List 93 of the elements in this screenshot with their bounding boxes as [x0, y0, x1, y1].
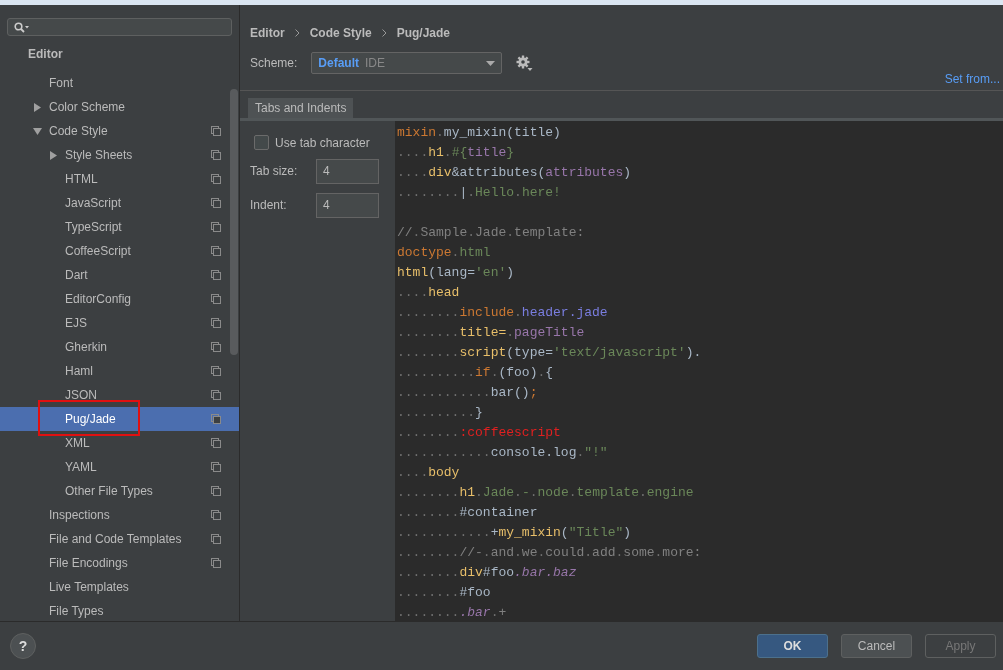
- tree-item[interactable]: Gherkin: [0, 335, 239, 359]
- copy-icon: [211, 246, 221, 256]
- tree-item[interactable]: Style Sheets: [0, 143, 239, 167]
- copy-icon: [211, 438, 221, 448]
- tree-item[interactable]: Pug/Jade: [0, 407, 239, 431]
- copy-icon: [211, 486, 221, 496]
- copy-icon: [211, 198, 221, 208]
- field-label: Tab size:: [250, 164, 299, 178]
- breadcrumb-item: Pug/Jade: [396, 25, 451, 40]
- copy-icon: [211, 366, 221, 376]
- code-line: ............bar();: [396, 384, 539, 402]
- code-line: ........title=.pageTitle: [396, 324, 586, 342]
- code-line: ....head: [396, 284, 461, 302]
- tree-item[interactable]: TypeScript: [0, 215, 239, 239]
- breadcrumb-item: Editor: [250, 25, 285, 40]
- copy-icon: [211, 534, 221, 544]
- help-button[interactable]: ?: [10, 633, 36, 659]
- collapsed-arrow-icon[interactable]: [33, 102, 42, 112]
- copy-icon: [211, 126, 221, 136]
- tree-item[interactable]: HTML: [0, 167, 239, 191]
- checkbox[interactable]: [254, 135, 269, 150]
- tree-item[interactable]: File Types: [0, 599, 239, 623]
- tree-item[interactable]: Inspections: [0, 503, 239, 527]
- collapsed-arrow-icon[interactable]: [49, 150, 58, 160]
- code-line: html(lang='en'): [396, 264, 516, 282]
- breadcrumb-item: Code Style: [309, 25, 372, 40]
- code-line: ............console.log."!": [396, 444, 609, 462]
- tree-item[interactable]: Code Style: [0, 119, 239, 143]
- number-field[interactable]: 4: [316, 192, 379, 218]
- tree-item[interactable]: JavaScript: [0, 191, 239, 215]
- tree-item[interactable]: YAML: [0, 455, 239, 479]
- tree-item[interactable]: File Encodings: [0, 551, 239, 575]
- checkbox-label: Use tab character: [275, 135, 370, 150]
- cancel-button[interactable]: Cancel: [841, 634, 912, 658]
- code-line: ........div#foo.bar.baz: [396, 564, 578, 582]
- copy-icon: [211, 270, 221, 280]
- tree-item[interactable]: XML: [0, 431, 239, 455]
- tree-item[interactable]: Dart: [0, 263, 239, 287]
- tree-item[interactable]: Other File Types: [0, 479, 239, 503]
- copy-icon: [211, 174, 221, 184]
- copy-icon: [211, 390, 221, 400]
- code-line: doctype.html: [396, 244, 492, 262]
- code-line: ........//-.and.we.could.add.some.more:: [396, 544, 703, 562]
- copy-icon: [211, 222, 221, 232]
- code-line: ..........}: [396, 404, 484, 422]
- code-line: ........include.header.jade: [396, 304, 609, 322]
- field-label: Indent:: [250, 198, 288, 212]
- search-field[interactable]: [7, 18, 232, 36]
- code-line: //.Sample.Jade.template:: [396, 224, 586, 242]
- tab[interactable]: Tabs and Indents: [248, 98, 354, 118]
- tree-item[interactable]: CoffeeScript: [0, 239, 239, 263]
- copy-icon: [211, 294, 221, 304]
- copy-icon: [211, 342, 221, 352]
- code-line: ....div&attributes(attributes): [396, 164, 633, 182]
- code-line: mixin.my_mixin(title): [396, 124, 562, 142]
- tree-item[interactable]: Font: [0, 71, 239, 95]
- ok-button[interactable]: OK: [757, 634, 828, 658]
- code-line: ........:coffeescript: [396, 424, 562, 442]
- copy-icon: [211, 558, 221, 568]
- set-from-link[interactable]: Set from...: [944, 72, 1000, 86]
- code-line: ........#foo: [396, 584, 492, 602]
- tree-item[interactable]: EditorConfig: [0, 287, 239, 311]
- copy-icon: [211, 150, 221, 160]
- code-line: ........|.Hello.here!: [396, 184, 562, 202]
- tree-item[interactable]: JSON: [0, 383, 239, 407]
- scheme-dropdown[interactable]: Default IDE: [311, 52, 503, 74]
- scrollbar[interactable]: [230, 89, 238, 355]
- tree-item[interactable]: EJS: [0, 311, 239, 335]
- search-icon: [14, 21, 30, 33]
- tree-item[interactable]: Live Templates: [0, 575, 239, 599]
- tree-item[interactable]: Color Scheme: [0, 95, 239, 119]
- dropdown-caret-icon: [486, 60, 496, 66]
- section-header: Editor: [27, 46, 64, 63]
- tree-item[interactable]: File and Code Templates: [0, 527, 239, 551]
- code-line: .........bar.+: [396, 604, 508, 621]
- code-line: ....body: [396, 464, 461, 482]
- expanded-arrow-icon[interactable]: [33, 126, 42, 136]
- code-line: ........h1.Jade.-.node.template.engine: [396, 484, 695, 502]
- chevron-icon: [294, 28, 300, 37]
- copy-icon: [211, 414, 221, 424]
- number-field[interactable]: 4: [316, 158, 379, 184]
- code-line: ....h1.#{title}: [396, 144, 516, 162]
- copy-icon: [211, 318, 221, 328]
- copy-icon: [211, 462, 221, 472]
- code-line: ........#container: [396, 504, 539, 522]
- code-line: ............+my_mixin("Title"): [396, 524, 633, 542]
- gear-icon[interactable]: [516, 54, 534, 72]
- code-line: ........script(type='text/javascript').: [396, 344, 703, 362]
- scheme-label: Scheme:: [250, 56, 298, 70]
- copy-icon: [211, 510, 221, 520]
- chevron-icon: [381, 28, 387, 37]
- tree-item[interactable]: Haml: [0, 359, 239, 383]
- code-line: ..........if.(foo).{: [396, 364, 555, 382]
